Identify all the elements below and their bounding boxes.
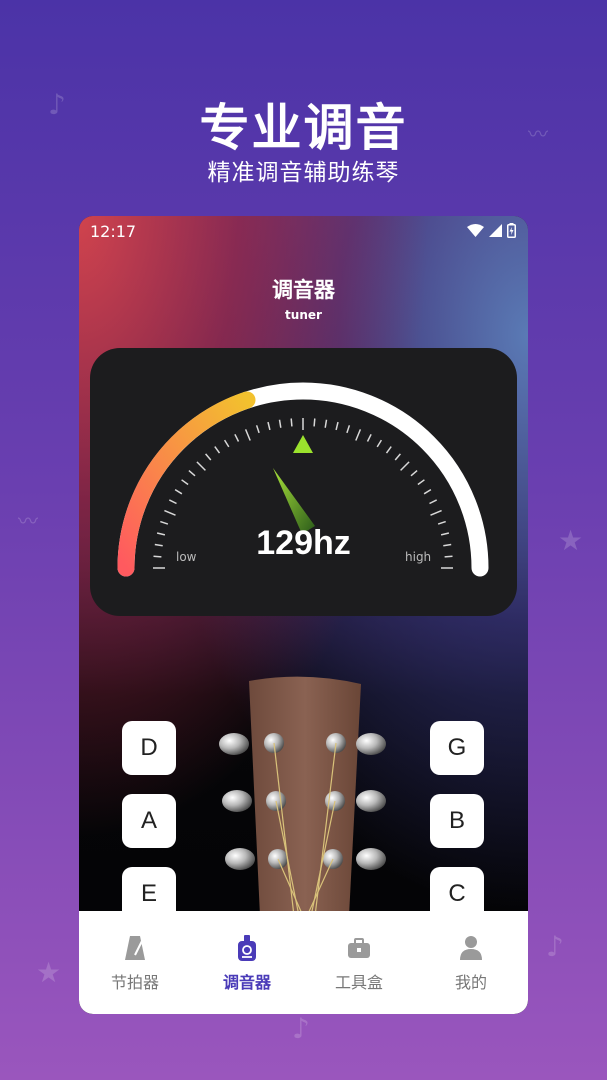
music-note-icon: ♪: [292, 1012, 310, 1045]
page-subtitle: tuner: [285, 308, 322, 322]
gauge-tick: [429, 499, 438, 505]
gauge-tick: [223, 439, 230, 448]
wifi-icon: [467, 224, 484, 237]
gauge-tick: [168, 499, 177, 505]
music-note-icon: ♪: [546, 930, 564, 963]
gauge-tick: [324, 419, 328, 428]
signal-icon: [489, 224, 502, 237]
gauge-tick: [255, 425, 260, 434]
gauge-tick: [214, 446, 221, 454]
tab-label-metronome: 节拍器: [110, 973, 159, 992]
status-time: 12:17: [90, 222, 137, 241]
gauge-tick: [188, 470, 196, 477]
string-button-a[interactable]: A: [122, 794, 176, 848]
status-bar: 12:17: [79, 216, 528, 246]
gauge-tick: [234, 433, 240, 442]
toolbox-icon: [348, 938, 370, 958]
bottom-tab-bar: 节拍器 调音器 工具盒 我的: [79, 911, 528, 1014]
string-button-g[interactable]: G: [430, 721, 484, 775]
gauge-tick: [385, 446, 392, 454]
tab-toolbox[interactable]: 工具盒: [303, 911, 415, 1014]
gauge-tick: [355, 429, 362, 441]
string-button-b[interactable]: B: [430, 794, 484, 848]
gauge-tick: [376, 439, 383, 448]
tuner-gauge: low high 129hz: [90, 348, 517, 616]
user-icon: [460, 936, 482, 960]
tab-metronome[interactable]: 节拍器: [79, 911, 191, 1014]
gauge-tick: [313, 418, 316, 427]
gauge-tick: [290, 418, 293, 427]
tuner-icon: [238, 935, 256, 961]
wave-icon: 〰: [18, 509, 38, 533]
gauge-tick: [278, 419, 282, 428]
tab-profile[interactable]: 我的: [415, 911, 527, 1014]
gauge-tick: [335, 421, 339, 431]
gauge-tick: [244, 429, 251, 441]
string-button-d[interactable]: D: [122, 721, 176, 775]
gauge-tick: [430, 509, 442, 516]
gauge-tick: [174, 488, 183, 495]
gauge-tick: [267, 421, 271, 431]
gauge-tick: [366, 433, 372, 442]
promo-title: 专业调音: [199, 99, 408, 157]
gauge-tick: [196, 461, 206, 471]
tab-label-profile: 我的: [454, 973, 487, 992]
star-icon: ★: [558, 524, 584, 557]
gauge-tick: [164, 509, 176, 516]
page-title: 调音器: [272, 278, 335, 302]
status-icons: [467, 223, 516, 238]
gauge-tick: [417, 479, 425, 486]
gauge-tick: [205, 453, 212, 461]
tab-tuner[interactable]: 调音器: [191, 911, 303, 1014]
tab-label-tuner: 调音器: [222, 973, 271, 992]
gauge-tick: [400, 461, 410, 471]
gauge-tick: [346, 425, 351, 434]
gauge-tick: [410, 470, 418, 477]
gauge-pointer-icon: [293, 435, 313, 453]
metronome-icon: [125, 936, 145, 960]
gauge-tick: [394, 453, 401, 461]
battery-icon: [507, 223, 516, 238]
star-icon: ★: [36, 956, 62, 989]
gauge-dial: [117, 382, 489, 577]
gauge-tick: [181, 479, 189, 486]
phone-screen: 12:17 调音器 tuner low high 129hz D A E G B…: [79, 216, 528, 1014]
gauge-tick: [423, 488, 432, 495]
promo-subtitle: 精准调音辅助练琴: [207, 160, 400, 186]
tab-label-toolbox: 工具盒: [334, 973, 383, 992]
frequency-readout: 129hz: [256, 524, 351, 562]
